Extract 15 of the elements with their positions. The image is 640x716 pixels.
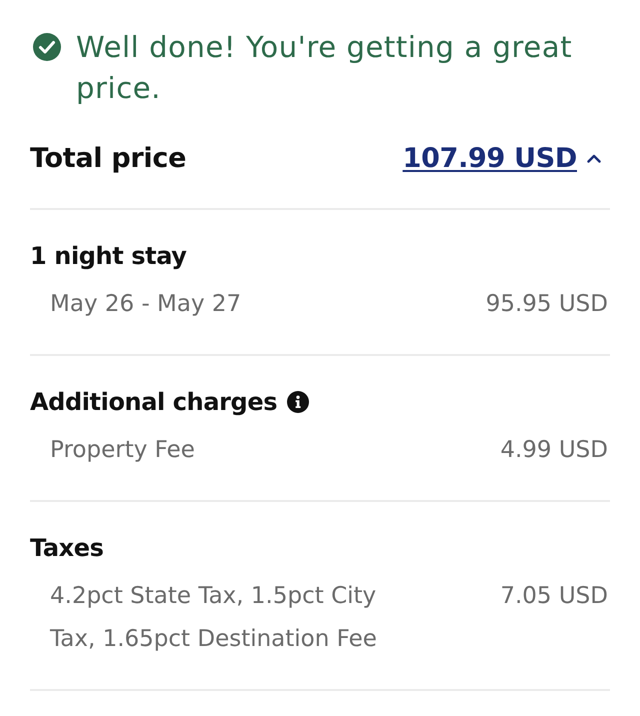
section-title: Additional charges bbox=[30, 388, 278, 416]
charge-description: Property Fee bbox=[50, 436, 195, 465]
chevron-up-icon[interactable] bbox=[587, 154, 601, 162]
section-title: 1 night stay bbox=[30, 242, 187, 270]
charge-amount: 7.05 USD bbox=[500, 582, 608, 611]
section-title: Taxes bbox=[30, 534, 104, 562]
charge-description: 4.2pct State Tax, 1.5pct City Tax, 1.65pct Destination Fee bbox=[50, 582, 378, 654]
charge-description: May 26 - May 27 bbox=[50, 290, 242, 319]
charge-amount: 4.99 USD bbox=[500, 436, 608, 465]
total-price-label: Total price bbox=[30, 142, 186, 174]
total-price-link[interactable]: 107.99 USD bbox=[402, 142, 577, 174]
info-icon[interactable] bbox=[287, 391, 310, 413]
charge-amount: 95.95 USD bbox=[486, 290, 608, 319]
check-circle-icon bbox=[33, 33, 61, 61]
success-message: Well done! You're getting a great price. bbox=[76, 29, 574, 107]
